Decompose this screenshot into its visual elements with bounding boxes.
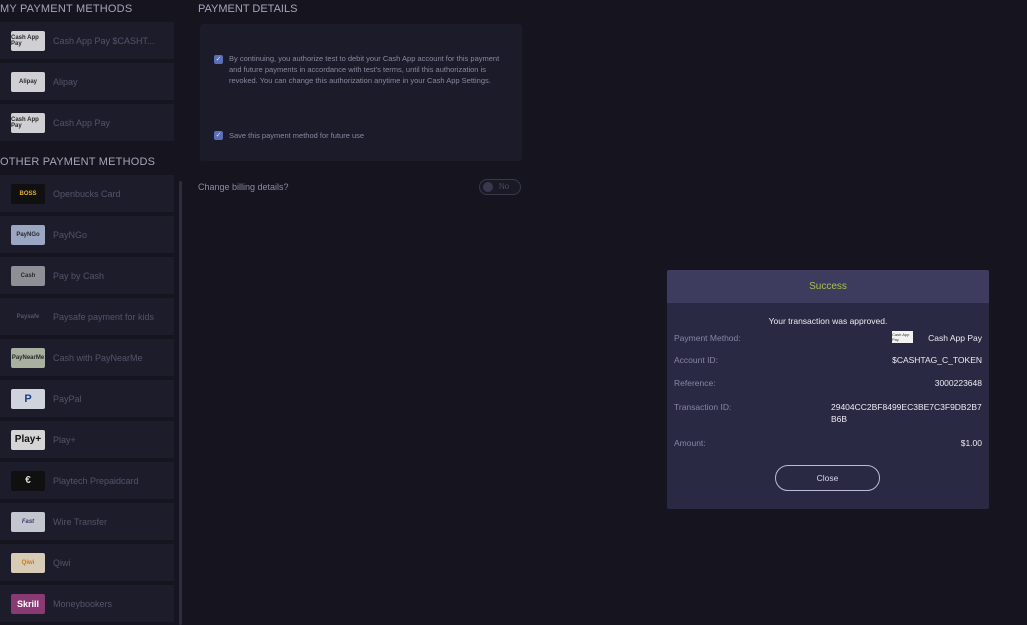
playplus-logo-icon: Play+ <box>11 429 45 450</box>
skrill-logo-icon: Skrill <box>11 593 45 614</box>
reference-label: Reference: <box>674 378 716 388</box>
toggle-knob <box>483 182 493 192</box>
method-paynearme[interactable]: PayNearMe Cash with PayNearMe <box>0 339 174 378</box>
billing-details-toggle[interactable]: No <box>479 179 521 195</box>
euro-card-icon: € <box>11 470 45 491</box>
methods-scrollbar[interactable] <box>179 181 182 625</box>
method-playplus[interactable]: Play+ Play+ <box>0 421 174 460</box>
modal-title: Success <box>667 270 989 303</box>
payment-method-label: Payment Method: <box>674 333 741 343</box>
method-label: Cash App Pay <box>53 117 111 128</box>
openbucks-logo-icon: BOSS <box>11 183 45 204</box>
qiwi-logo-icon: Qiwi <box>11 552 45 573</box>
account-id-value: $CASHTAG_C_TOKEN <box>892 355 982 365</box>
method-label: Paysafe payment for kids <box>53 311 155 322</box>
success-modal: Success Your transaction was approved. P… <box>667 270 989 509</box>
transaction-id-value: 29404CC2BF8499EC3BE7C3F9DB2B7B6B <box>831 402 982 424</box>
reference-value: 3000223648 <box>934 378 982 388</box>
fast-transfer-logo-icon: Fast <box>11 511 45 532</box>
billing-details-label: Change billing details? <box>198 182 289 192</box>
method-openbucks[interactable]: BOSS Openbucks Card <box>0 175 174 214</box>
approval-message: Your transaction was approved. <box>768 316 888 326</box>
method-playtech[interactable]: € Playtech Prepaidcard <box>0 462 174 501</box>
paypal-logo-icon: P <box>11 388 45 409</box>
method-paypal[interactable]: P PayPal <box>0 380 174 419</box>
toggle-text: No <box>499 182 510 191</box>
method-label: Play+ <box>53 434 76 445</box>
account-id-label: Account ID: <box>674 355 718 365</box>
saved-method-alipay[interactable]: Alipay Alipay <box>0 63 174 102</box>
authorize-text: By continuing, you authorize test to deb… <box>229 54 500 85</box>
transaction-id-label: Transaction ID: <box>674 402 732 412</box>
paysafe-logo-icon: Paysafe <box>16 313 40 320</box>
method-label: Playtech Prepaidcard <box>53 475 139 486</box>
cashapp-logo-icon: Cash App Pay <box>11 112 45 133</box>
method-skrill[interactable]: Skrill Moneybookers <box>0 585 174 624</box>
method-payngo[interactable]: PayNGo PayNGo <box>0 216 174 255</box>
method-label: Qiwi <box>53 557 71 568</box>
saved-method-cashapp-1[interactable]: Cash App Pay Cash App Pay $CASHT... <box>0 22 174 61</box>
method-label: Moneybookers <box>53 598 113 609</box>
method-label: PayNGo <box>53 229 88 240</box>
alipay-logo-icon: Alipay <box>11 71 45 92</box>
authorize-checkbox[interactable]: ✓ <box>214 55 223 64</box>
method-wire-transfer[interactable]: Fast Wire Transfer <box>0 503 174 542</box>
method-label: Alipay <box>53 76 78 87</box>
method-pay-by-cash[interactable]: Cash Pay by Cash <box>0 257 174 296</box>
paynearme-logo-icon: PayNearMe <box>11 347 45 368</box>
payment-details-box: ✓ By continuing, you authorize test to d… <box>200 24 522 161</box>
method-qiwi[interactable]: Qiwi Qiwi <box>0 544 174 583</box>
saved-method-cashapp-2[interactable]: Cash App Pay Cash App Pay <box>0 104 174 143</box>
payment-methods-panel: MY PAYMENT METHODS Cash App Pay Cash App… <box>0 0 186 625</box>
payment-method-value: Cash App Pay <box>928 333 982 343</box>
method-label: PayPal <box>53 393 82 404</box>
payngo-logo-icon: PayNGo <box>11 224 45 245</box>
cashapp-logo-icon: Cash App Pay <box>11 30 45 51</box>
save-method-checkbox[interactable]: ✓ <box>214 131 223 140</box>
close-button[interactable]: Close <box>775 465 880 491</box>
method-label: Pay by Cash <box>53 270 105 281</box>
method-label: Cash App Pay $CASHT... <box>53 35 155 46</box>
method-paysafe[interactable]: Paysafe Paysafe payment for kids <box>0 298 174 337</box>
method-label: Cash with PayNearMe <box>53 352 143 363</box>
amount-label: Amount: <box>674 438 706 448</box>
my-payment-methods-title: MY PAYMENT METHODS <box>0 3 133 15</box>
other-payment-methods-title: OTHER PAYMENT METHODS <box>0 156 156 168</box>
cash-logo-icon: Cash <box>11 265 45 286</box>
cashapp-logo-icon: Cash App Pay <box>892 331 913 343</box>
method-label: Openbucks Card <box>53 188 121 199</box>
payment-details-title: PAYMENT DETAILS <box>198 3 298 15</box>
method-label: Wire Transfer <box>53 516 108 527</box>
save-method-text: Save this payment method for future use <box>229 131 365 140</box>
amount-value: $1.00 <box>960 438 982 448</box>
